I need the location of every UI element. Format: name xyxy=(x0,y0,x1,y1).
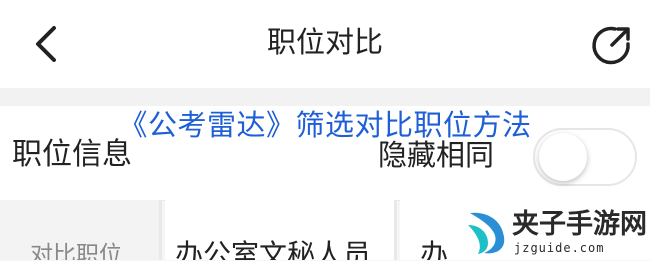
hide-same-toggle[interactable] xyxy=(533,128,637,186)
watermark: 夹子手游网 jzguide.com xyxy=(462,205,650,260)
watermark-logo-icon xyxy=(468,212,505,254)
table-header-label: 办公室文秘人员 xyxy=(175,238,372,260)
share-button[interactable] xyxy=(588,20,636,68)
hide-same-label: 隐藏相同 xyxy=(378,138,495,172)
toggle-knob xyxy=(539,133,587,181)
section-divider xyxy=(0,88,650,106)
watermark-url: jzguide.com xyxy=(514,241,605,255)
share-external-icon xyxy=(592,26,630,65)
page-title: 职位对比 xyxy=(266,25,383,59)
table-header-cell[interactable]: 办公室文秘人员 xyxy=(165,200,397,260)
section-title: 职位信息 xyxy=(12,137,132,172)
table-header-cell: 对比职位 xyxy=(0,200,162,260)
nav-bar: 职位对比 xyxy=(0,0,650,88)
table-header-label: 办 xyxy=(420,238,449,260)
watermark-name: 夹子手游网 xyxy=(512,209,647,240)
table-header-label: 对比职位 xyxy=(30,242,122,260)
